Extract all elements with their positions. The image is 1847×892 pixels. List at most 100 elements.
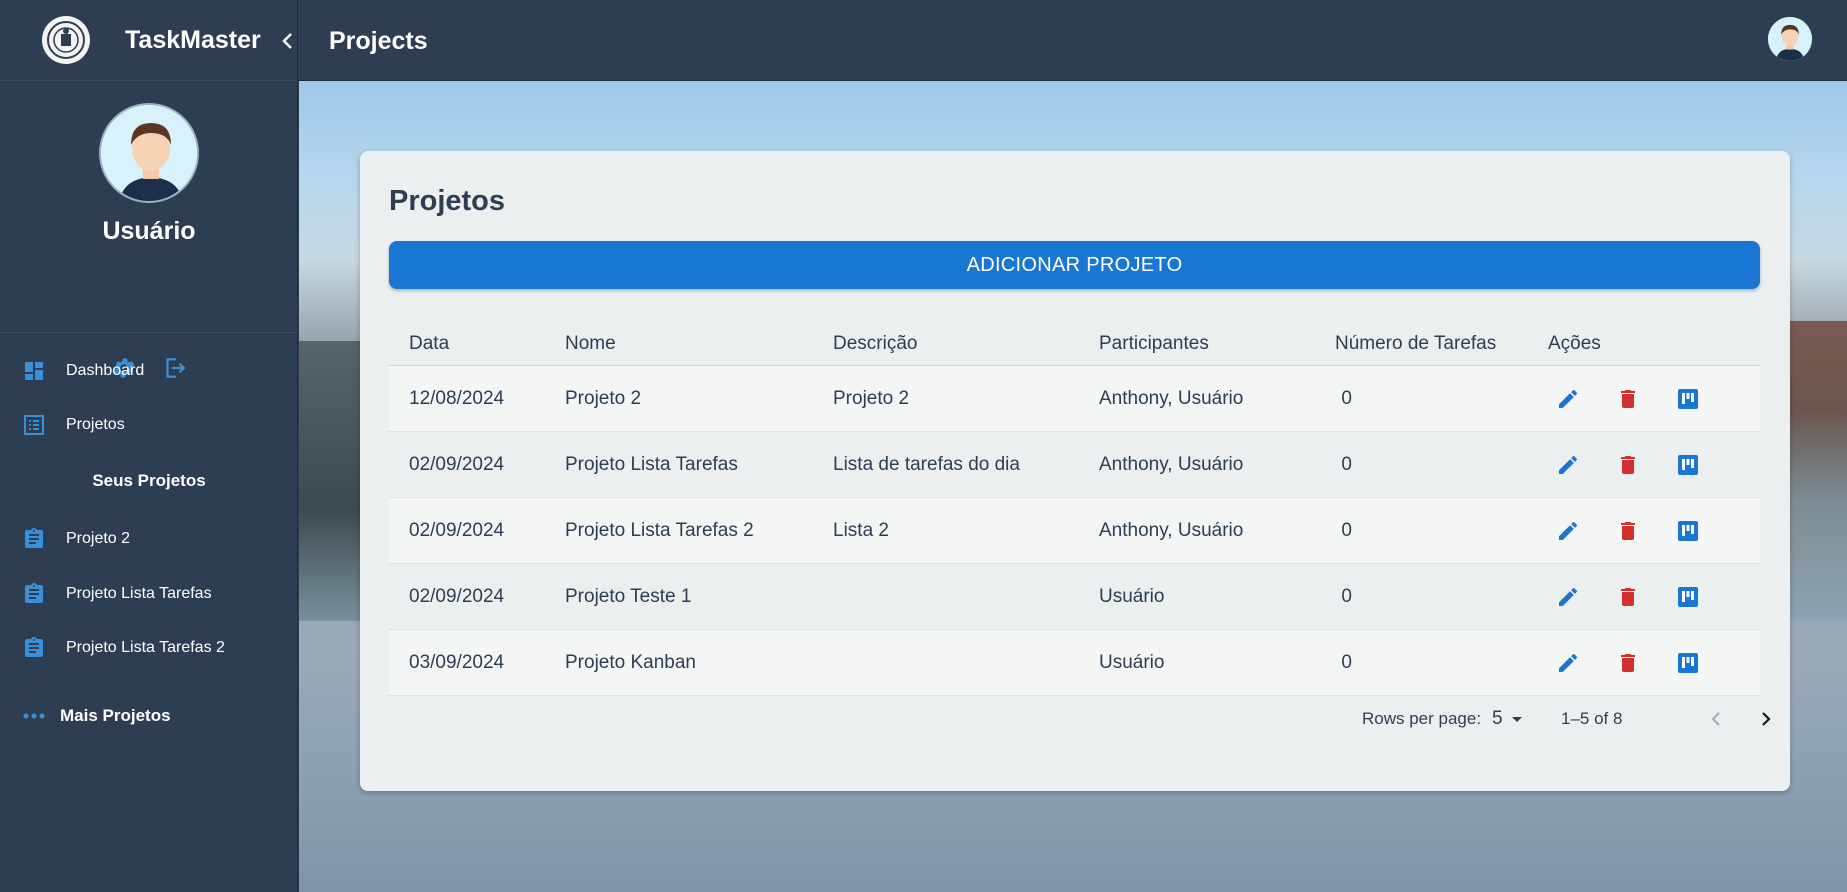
table-header: Data Nome Descrição Participantes Número…: [389, 319, 1760, 366]
edit-button[interactable]: [1554, 385, 1582, 413]
user-name: Usuário: [102, 217, 196, 245]
user-profile: Usuário: [0, 81, 297, 378]
kanban-icon: [1678, 653, 1698, 673]
sidebar-item-label: Projeto 2: [66, 530, 131, 547]
cell-name: Projeto Lista Tarefas: [565, 454, 738, 475]
edit-button[interactable]: [1554, 517, 1582, 545]
delete-icon: [1621, 654, 1635, 672]
chevron-left-icon: [1711, 712, 1720, 726]
kanban-button[interactable]: [1674, 385, 1702, 413]
cell-participants: Anthony, Usuário: [1099, 388, 1244, 409]
cell-participants: Usuário: [1099, 652, 1165, 673]
sidebar-item-project[interactable]: Projeto Lista Tarefas: [0, 572, 298, 616]
page-title: Projects: [329, 27, 428, 55]
kanban-button[interactable]: [1674, 583, 1702, 611]
delete-button[interactable]: [1614, 517, 1642, 545]
chevron-left-icon: [282, 33, 292, 49]
column-header: Participantes: [1099, 333, 1209, 354]
kanban-icon: [1678, 389, 1698, 409]
kanban-button[interactable]: [1674, 649, 1702, 677]
cell-name: Projeto Teste 1: [565, 586, 692, 607]
rows-per-page-value: 5: [1492, 708, 1503, 729]
table-row: 02/09/2024 Projeto Teste 1 Usuário 0: [389, 564, 1760, 630]
nav-label-projects: Projetos: [66, 416, 125, 433]
your-projects-title: Seus Projetos: [92, 471, 206, 490]
clipboard-icon: [21, 581, 47, 607]
cell-name: Projeto Lista Tarefas 2: [565, 520, 754, 541]
avatar[interactable]: [1768, 17, 1812, 61]
pagination-range: 1–5 of 8: [1561, 709, 1623, 728]
nav-item-projects[interactable]: Projetos: [0, 403, 298, 447]
cell-description: Projeto 2: [833, 388, 910, 409]
cell-participants: Anthony, Usuário: [1099, 454, 1244, 475]
kanban-button[interactable]: [1674, 451, 1702, 479]
more-projects-link[interactable]: Mais Projetos: [22, 706, 171, 726]
next-page-button[interactable]: [1752, 705, 1780, 733]
cell-participants: Usuário: [1099, 586, 1165, 607]
cell-description: Lista de tarefas do dia: [833, 454, 1020, 475]
list-icon: [21, 412, 47, 438]
cell-name: Projeto Kanban: [565, 652, 696, 673]
sidebar-item-project[interactable]: Projeto 2: [0, 517, 298, 561]
previous-page-button[interactable]: [1702, 705, 1730, 733]
edit-button[interactable]: [1554, 649, 1582, 677]
cell-task-count: 0: [1341, 652, 1352, 673]
sidebar: TaskMaster Usuário Dashboard Projetos Se…: [0, 0, 298, 892]
delete-button[interactable]: [1614, 583, 1642, 611]
cell-date: 02/09/2024: [409, 454, 505, 475]
cell-description: Lista 2: [833, 520, 889, 541]
delete-icon: [1621, 588, 1635, 606]
cell-name: Projeto 2: [565, 388, 642, 409]
dashboard-icon: [21, 358, 47, 384]
delete-button[interactable]: [1614, 385, 1642, 413]
table-row: 02/09/2024 Projeto Lista Tarefas Lista de …: [389, 432, 1760, 498]
sidebar-item-label: Projeto Lista Tarefas 2: [66, 639, 225, 656]
more-projects-label: Mais Projetos: [60, 706, 171, 725]
table-row: 12/08/2024 Projeto 2 Projeto 2 Anthony, Usu…: [389, 366, 1760, 432]
table-body: 12/08/2024 Projeto 2 Projeto 2 Anthony, Usu…: [389, 366, 1760, 696]
column-header: Data: [409, 333, 450, 354]
sidebar-item-project[interactable]: Projeto Lista Tarefas 2: [0, 626, 298, 670]
brand-header: TaskMaster: [0, 0, 297, 81]
kanban-icon: [1678, 521, 1698, 541]
edit-button[interactable]: [1554, 583, 1582, 611]
avatar: [99, 103, 199, 203]
delete-icon: [1621, 456, 1635, 474]
column-header: Nome: [565, 333, 616, 354]
clipboard-icon: [21, 635, 47, 661]
pagination: Rows per page: 5 1–5 of 8: [389, 699, 1771, 739]
add-project-button[interactable]: ADICIONAR PROJETO: [389, 241, 1760, 289]
edit-icon: [1559, 389, 1577, 408]
more-icon: [23, 713, 45, 719]
cell-task-count: 0: [1341, 520, 1352, 541]
column-header: Número de Tarefas: [1335, 333, 1497, 354]
cell-date: 03/09/2024: [409, 652, 505, 673]
kanban-icon: [1678, 587, 1698, 607]
cell-task-count: 0: [1341, 454, 1352, 475]
rows-per-page-label: Rows per page:: [1362, 709, 1482, 728]
edit-icon: [1559, 587, 1577, 606]
nav-label-dashboard: Dashboard: [66, 362, 145, 379]
edit-icon: [1559, 455, 1577, 474]
delete-button[interactable]: [1614, 649, 1642, 677]
rows-per-page-select[interactable]: 5: [1492, 705, 1527, 733]
caret-down-icon: [1511, 717, 1522, 722]
collapse-sidebar-button[interactable]: [278, 28, 296, 54]
card-title: Projetos: [389, 185, 506, 217]
cell-task-count: 0: [1341, 388, 1352, 409]
column-header: Descrição: [833, 333, 918, 354]
cell-participants: Anthony, Usuário: [1099, 520, 1244, 541]
projects-table: Data Nome Descrição Participantes Número…: [389, 319, 1760, 696]
cell-task-count: 0: [1341, 586, 1352, 607]
edit-button[interactable]: [1554, 451, 1582, 479]
edit-icon: [1559, 653, 1577, 672]
nav-item-dashboard[interactable]: Dashboard: [0, 349, 298, 393]
app-name: TaskMaster: [125, 26, 261, 54]
kanban-button[interactable]: [1674, 517, 1702, 545]
background-scenery-left: [299, 341, 369, 621]
delete-button[interactable]: [1614, 451, 1642, 479]
delete-icon: [1621, 390, 1635, 408]
edit-icon: [1559, 521, 1577, 540]
delete-icon: [1621, 522, 1635, 540]
logo-icon: [42, 16, 90, 64]
